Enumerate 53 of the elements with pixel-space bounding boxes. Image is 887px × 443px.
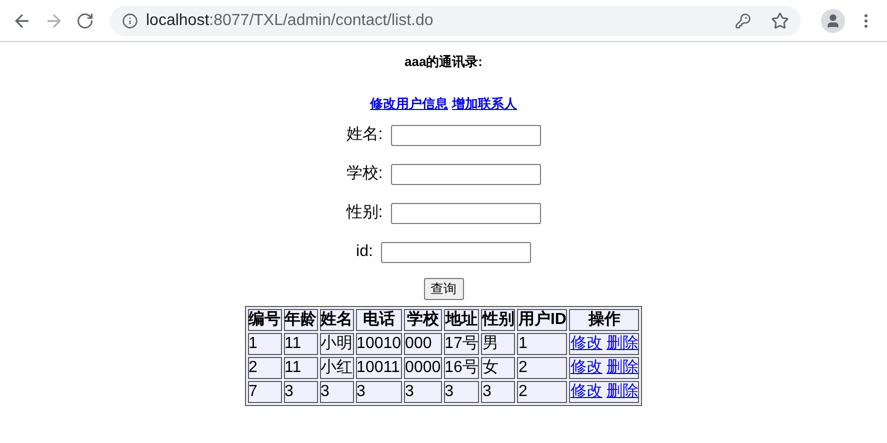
action-link[interactable]: 删除: [606, 335, 638, 352]
column-header: 操作: [569, 309, 640, 331]
field-label: 学校:: [346, 164, 383, 184]
field-label: 性别:: [346, 203, 383, 223]
table-cell: 16号: [444, 357, 480, 379]
info-icon[interactable]: [122, 12, 138, 28]
table-cell: 7: [248, 381, 282, 403]
action-link[interactable]: 删除: [606, 383, 638, 400]
table-cell: 2: [517, 357, 568, 379]
table-cell: 11: [284, 357, 318, 379]
table-cell: 1: [248, 333, 282, 355]
table-cell: 10011: [356, 357, 402, 379]
table-cell: 11: [284, 333, 318, 355]
link[interactable]: 增加联系人: [452, 94, 517, 113]
table-cell: 3: [320, 381, 354, 403]
url-text: localhost:8077/TXL/admin/contact/list.do: [146, 10, 434, 30]
table-cell: 女: [481, 357, 516, 379]
table-cell: 男: [481, 333, 516, 355]
reload-icon[interactable]: [76, 12, 94, 30]
address-bar[interactable]: localhost:8077/TXL/admin/contact/list.do: [110, 6, 801, 36]
page-heading: aaa的通讯录:: [404, 53, 483, 71]
table-cell: 0000: [404, 357, 442, 379]
input-field[interactable]: [390, 164, 541, 184]
profile-avatar[interactable]: [821, 8, 845, 32]
column-header: 性别: [481, 309, 516, 331]
input-field[interactable]: [390, 202, 541, 224]
field-label: id:: [356, 242, 373, 262]
table-cell: 1: [517, 333, 568, 355]
action-link[interactable]: 修改: [570, 335, 602, 352]
action-link[interactable]: 修改: [570, 383, 602, 400]
key-icon[interactable]: [735, 12, 751, 28]
input-field[interactable]: [390, 124, 541, 146]
query-button[interactable]: 查询: [424, 278, 464, 300]
column-header: 地址: [444, 309, 480, 331]
action-link[interactable]: 删除: [606, 359, 638, 376]
action-link[interactable]: 修改: [570, 359, 602, 376]
column-header: 学校: [404, 309, 442, 331]
column-header: 用户ID: [517, 309, 568, 331]
table-cell: 3: [481, 381, 516, 403]
star-icon[interactable]: [771, 12, 789, 30]
table-cell: 3: [444, 381, 480, 403]
input-field[interactable]: [380, 242, 531, 262]
table-cell: 10010: [356, 333, 402, 355]
table-cell: 3: [404, 381, 442, 403]
field-label: 姓名:: [346, 125, 383, 145]
link[interactable]: 修改用户信息: [370, 94, 448, 113]
table-cell: 2: [517, 381, 568, 403]
table-cell: 000: [404, 333, 442, 355]
table-cell: 2: [248, 357, 282, 379]
column-header: 电话: [356, 309, 402, 331]
table-cell: 3: [284, 381, 318, 403]
table-cell: 3: [356, 381, 402, 403]
table-cell: 17号: [444, 333, 480, 355]
